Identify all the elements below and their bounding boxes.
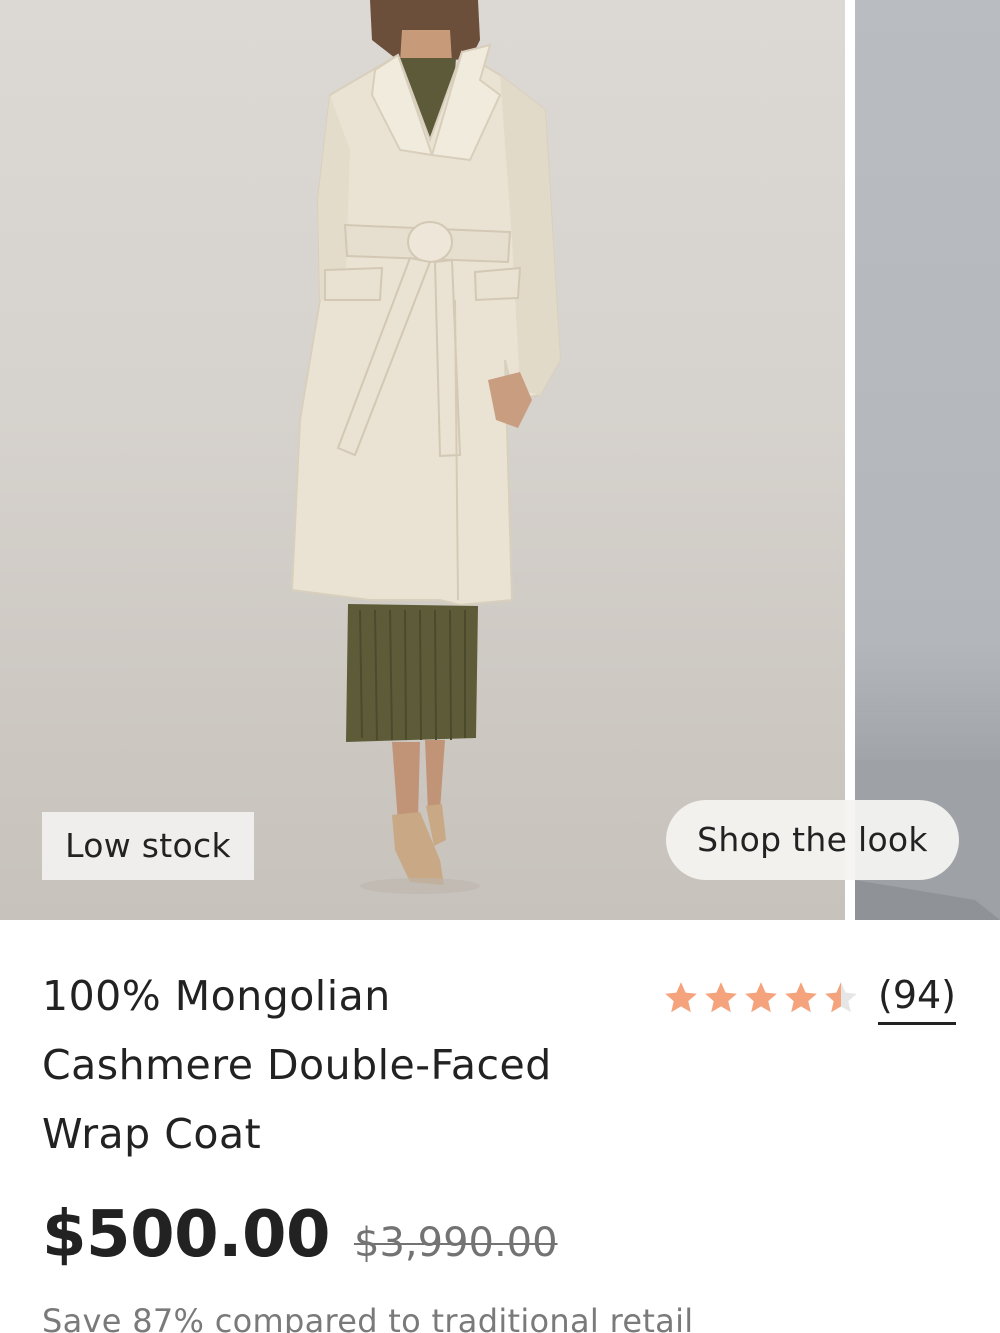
product-title-line-1: 100% Mongolian xyxy=(42,972,391,1020)
next-photo-preview xyxy=(855,760,1000,920)
product-page: Low stock Shop the look 100% Mongolian C… xyxy=(0,0,1000,1333)
review-count-link[interactable]: (94) xyxy=(878,972,957,1025)
star-full-icon xyxy=(745,982,777,1013)
star-full-icon xyxy=(785,982,817,1013)
price-row: $500.00 $3,990.00 xyxy=(42,1198,558,1272)
product-image-main[interactable]: Low stock xyxy=(0,0,845,920)
star-rating xyxy=(662,979,862,1017)
star-half-icon xyxy=(825,982,857,1013)
star-full-icon xyxy=(665,982,697,1013)
star-full-icon xyxy=(705,982,737,1013)
product-image-next[interactable] xyxy=(855,0,1000,920)
original-price: $3,990.00 xyxy=(354,1220,558,1266)
product-title: 100% Mongolian Cashmere Double-Faced Wra… xyxy=(42,962,632,1169)
low-stock-badge: Low stock xyxy=(42,812,254,880)
product-title-line-3: Wrap Coat xyxy=(42,1110,262,1158)
product-title-line-2: Cashmere Double-Faced xyxy=(42,1041,552,1089)
model-photo xyxy=(290,0,562,894)
image-gallery[interactable]: Low stock Shop the look xyxy=(0,0,1000,920)
shop-the-look-button[interactable]: Shop the look xyxy=(666,800,959,880)
savings-text: Save 87% compared to traditional retail xyxy=(42,1302,694,1333)
product-rating[interactable]: (94) xyxy=(662,970,957,1026)
current-price: $500.00 xyxy=(42,1198,331,1272)
